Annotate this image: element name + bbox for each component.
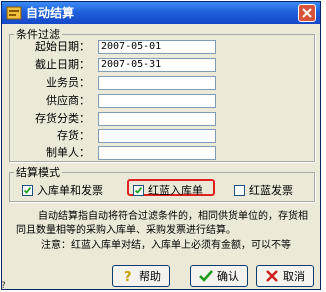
cancel-button[interactable]: 取消 [256,265,314,287]
invoice-and-receipt-label: 入库单和发票 [37,184,103,197]
ok-button[interactable]: 确认 [190,265,248,287]
ok-button-label: 确认 [217,270,239,283]
mode-group-legend: 结算模式 [16,166,60,179]
creator-label: 制单人： [46,146,90,159]
checkbox-box[interactable] [22,184,33,196]
salesperson-field[interactable] [98,76,216,90]
supplier-label: 供应商： [46,94,90,107]
note-text: 注意：红蓝入库单对结，入库单上必须有金额，可以不等 [41,240,291,251]
red-blue-receipt-label: 红蓝入库单 [148,184,203,197]
check-icon [134,186,143,194]
supplier-field[interactable] [98,94,216,108]
inventory-category-field[interactable] [98,112,216,126]
app-icon [6,6,22,20]
invoice-and-receipt-checkbox[interactable]: 入库单和发票 [22,182,103,198]
svg-text:?: ? [124,270,132,283]
checkmark-icon [199,270,213,282]
end-date-field[interactable]: 2007-05-31 [98,58,216,72]
creator-field[interactable] [98,146,216,160]
red-blue-invoice-label: 红蓝发票 [249,184,293,197]
salesperson-label: 业务员： [46,76,90,89]
x-icon [266,270,278,282]
cancel-button-label: 取消 [283,270,305,283]
help-button-label: 帮助 [139,270,161,283]
window-title: 自动结算 [26,6,75,20]
check-icon [23,186,32,194]
red-blue-invoice-checkbox[interactable]: 红蓝发票 [234,182,293,198]
start-date-label: 起始日期： [35,40,90,53]
inventory-category-label: 存货分类： [35,112,90,125]
help-button[interactable]: ? 帮助 [112,265,170,287]
title-bar[interactable]: 自动结算 [2,2,320,24]
close-button[interactable] [298,4,316,22]
start-date-field[interactable]: 2007-05-01 [98,40,216,54]
red-blue-receipt-checkbox[interactable]: 红蓝入库单 [133,182,203,198]
description-paragraph: 自动结算指自动将符合过滤条件的，相同供货单位的，存货相同且数量相等的采购入库单、… [16,211,308,236]
close-icon [302,8,312,18]
corner-mark: ? [1,281,6,291]
inventory-label: 存货： [57,129,90,142]
question-icon: ? [124,270,132,283]
auto-settlement-dialog: 自动结算 条件过滤 起始日期： 2007-05-01 截止日期： 2007-05… [1,1,321,290]
checkbox-box[interactable] [133,184,144,196]
inventory-field[interactable] [98,129,216,143]
end-date-label: 截止日期： [35,58,90,71]
description-text: 自动结算指自动将符合过滤条件的，相同供货单位的，存货相同且数量相等的采购入库单、… [16,210,316,238]
checkbox-box[interactable] [234,184,245,196]
